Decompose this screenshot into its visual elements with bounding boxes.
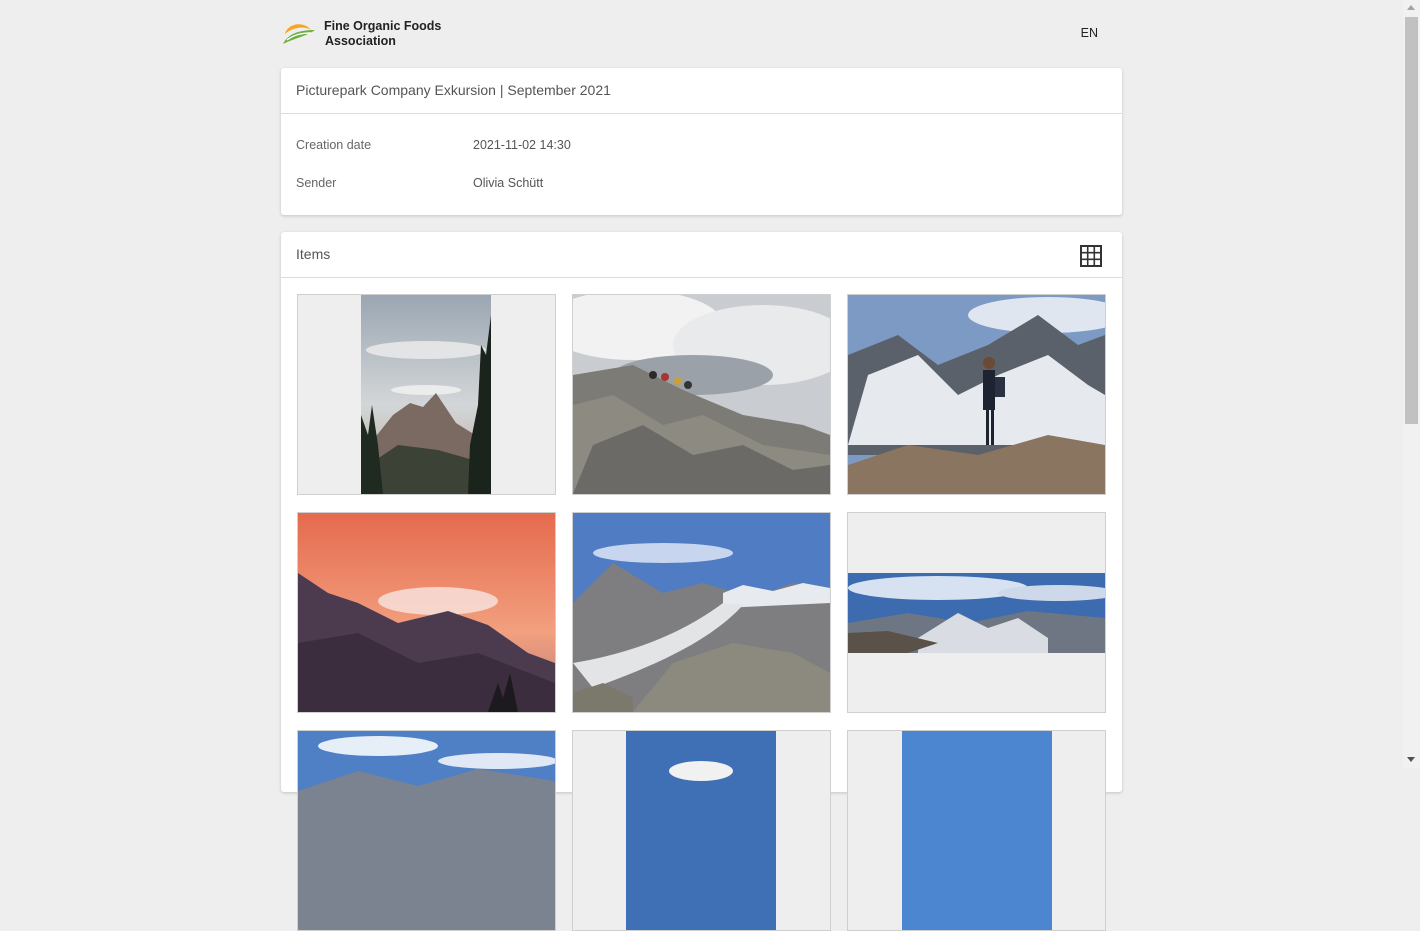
creation-date-label: Creation date xyxy=(296,138,372,152)
items-card: Items xyxy=(281,232,1122,931)
creation-date-row: Creation date 2021-11-02 14:30 xyxy=(296,138,571,152)
share-info-card: Picturepark Company Exkursion | Septembe… xyxy=(281,68,1122,215)
items-title: Items xyxy=(296,246,331,262)
grid-icon[interactable] xyxy=(1080,245,1102,267)
items-header: Items xyxy=(281,232,1122,278)
sender-row: Sender Olivia Schütt xyxy=(296,176,543,190)
thumbnail-blue-sky-mountains[interactable] xyxy=(297,730,556,931)
share-title: Picturepark Company Exkursion | Septembe… xyxy=(296,82,611,98)
brand-logo xyxy=(283,24,315,44)
share-info-header: Picturepark Company Exkursion | Septembe… xyxy=(281,68,1122,114)
creation-date-value: 2021-11-02 14:30 xyxy=(473,138,571,152)
scrollbar-up-arrow[interactable] xyxy=(1407,5,1415,10)
thumbnail-mountain-clouds[interactable] xyxy=(297,294,556,495)
brand-line-1: Fine Organic Foods xyxy=(324,19,442,33)
scrollbar-down-arrow[interactable] xyxy=(1407,757,1415,762)
thumbnail-alpine-panorama[interactable] xyxy=(847,512,1106,713)
thumbnail-aletsch-glacier[interactable] xyxy=(572,512,831,713)
brand-name: Fine Organic Foods Association xyxy=(324,19,441,49)
scrollbar-thumb[interactable] xyxy=(1405,17,1418,424)
thumbnail-hiker-glacier[interactable] xyxy=(847,294,1106,495)
top-bar: Fine Organic Foods Association EN xyxy=(281,0,1122,66)
scrollbar[interactable] xyxy=(1403,0,1420,768)
thumbnail-sunset-cloud[interactable] xyxy=(297,512,556,713)
brand-line-2: Association xyxy=(325,34,396,48)
thumbnail-blue-sky-portrait[interactable] xyxy=(847,730,1106,931)
sender-value: Olivia Schütt xyxy=(473,176,544,190)
language-selector[interactable]: EN xyxy=(1081,26,1098,40)
share-page: Fine Organic Foods Association EN Pictur… xyxy=(281,0,1122,931)
thumbnail-rocky-summit[interactable] xyxy=(572,294,831,495)
sender-label: Sender xyxy=(296,176,337,190)
thumbnail-summit-sign[interactable] xyxy=(572,730,831,931)
